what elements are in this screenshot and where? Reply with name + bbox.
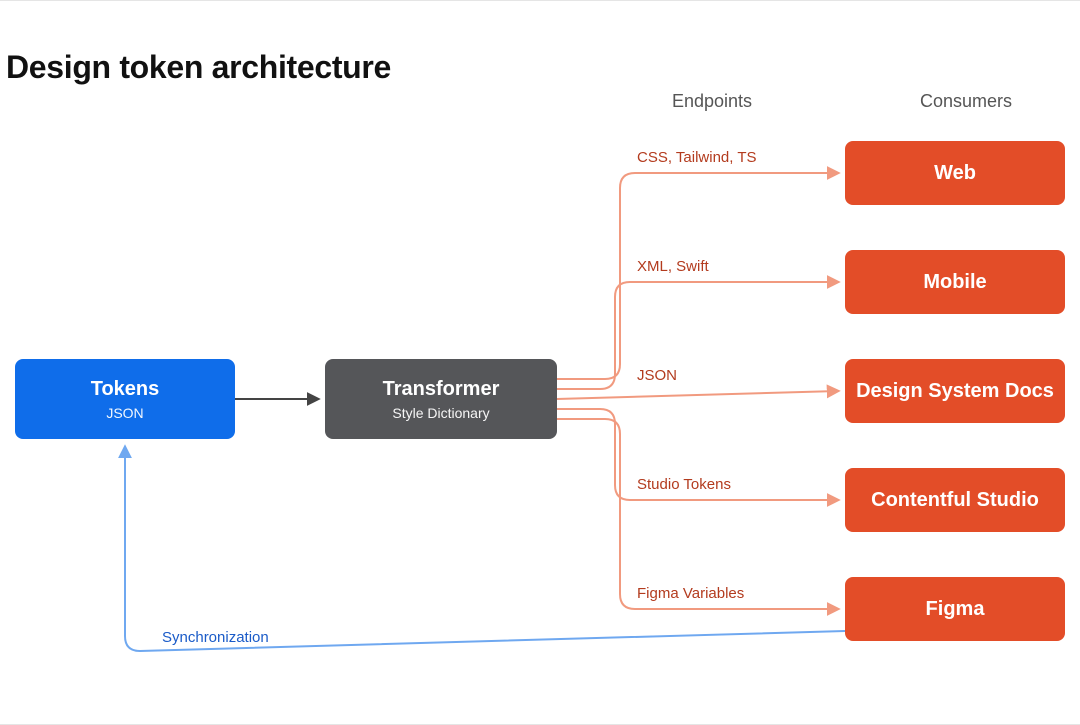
endpoint-label-figma: Figma Variables [637,585,744,602]
arrow-transformer-to-dsdocs [557,391,838,399]
endpoint-label-dsdocs: JSON [637,367,677,384]
node-transformer: Transformer Style Dictionary [325,359,557,439]
node-consumer-figma: Figma [845,577,1065,641]
page-title: Design token architecture [6,49,391,86]
node-transformer-title: Transformer [383,378,500,401]
node-consumer-studio: Contentful Studio [845,468,1065,532]
node-consumer-studio-label: Contentful Studio [871,489,1039,512]
arrow-transformer-to-mobile [557,282,838,389]
node-tokens-title: Tokens [91,378,160,401]
node-consumer-figma-label: Figma [926,598,985,621]
node-tokens: Tokens JSON [15,359,235,439]
sync-label: Synchronization [162,629,269,646]
node-tokens-subtitle: JSON [106,405,143,421]
node-consumer-dsdocs-label: Design System Docs [856,380,1054,403]
endpoint-label-studio: Studio Tokens [637,476,731,493]
node-consumer-mobile: Mobile [845,250,1065,314]
column-header-endpoints: Endpoints [672,91,752,112]
endpoint-label-mobile: XML, Swift [637,258,709,275]
node-consumer-dsdocs: Design System Docs [845,359,1065,423]
node-transformer-subtitle: Style Dictionary [392,405,489,421]
arrow-sync-figma-to-tokens [125,447,845,651]
arrow-transformer-to-web [557,173,838,379]
node-consumer-web-label: Web [934,162,976,185]
column-header-consumers: Consumers [920,91,1012,112]
node-consumer-web: Web [845,141,1065,205]
endpoint-label-web: CSS, Tailwind, TS [637,149,757,166]
diagram-canvas: Design token architecture Endpoints Cons… [0,0,1080,725]
node-consumer-mobile-label: Mobile [923,271,986,294]
arrow-transformer-to-figma [557,419,838,609]
